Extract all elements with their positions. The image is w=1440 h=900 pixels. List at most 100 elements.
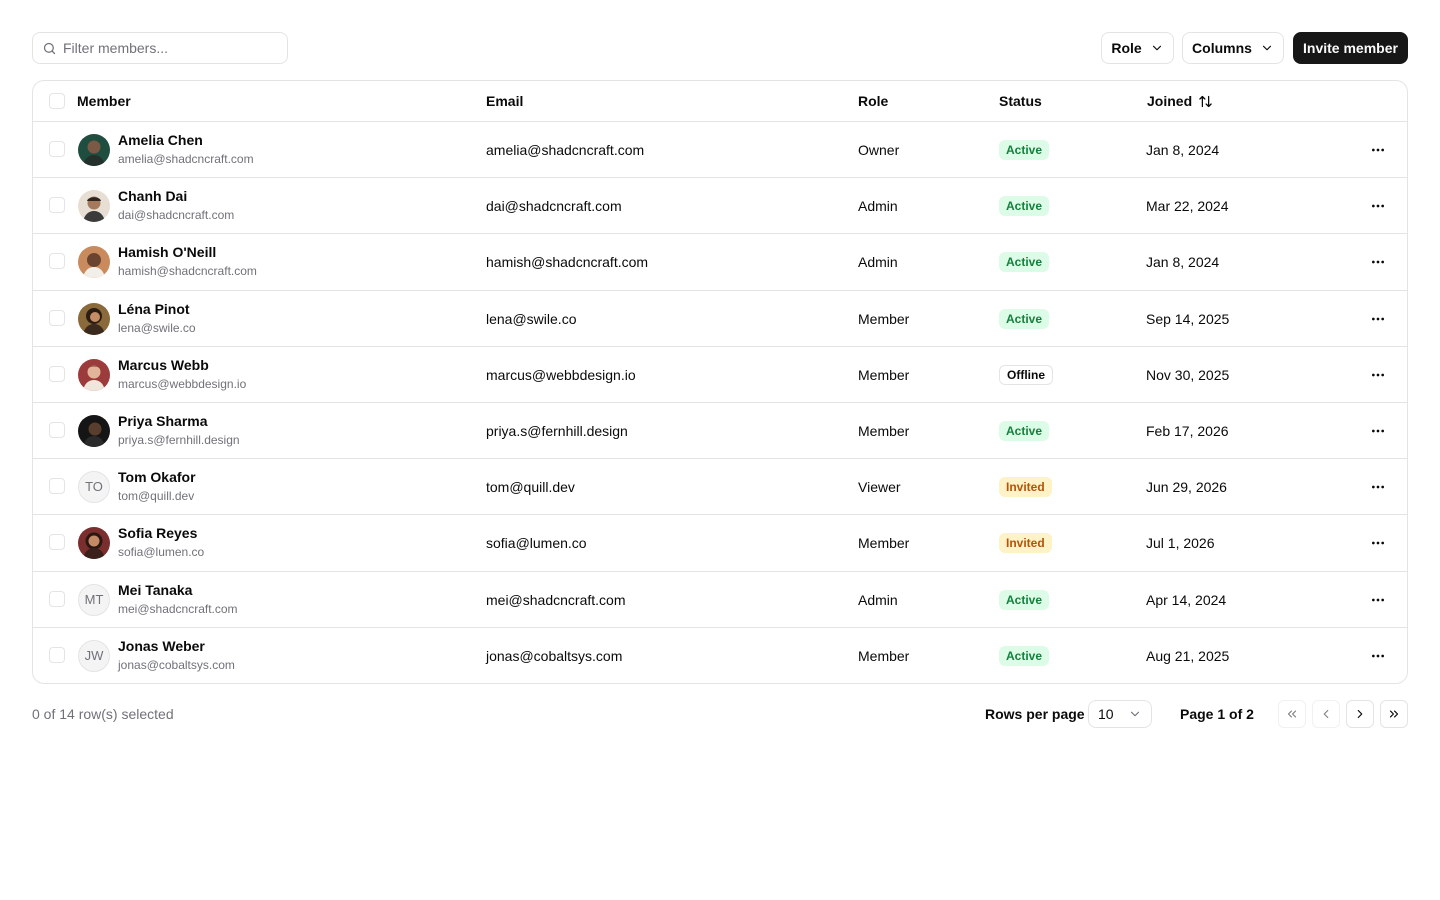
row-actions-button[interactable]	[1366, 531, 1390, 555]
joined-cell: Jan 8, 2024	[1146, 254, 1220, 271]
row-actions-button[interactable]	[1366, 419, 1390, 443]
avatar	[78, 527, 110, 560]
role-cell: Member	[858, 535, 910, 552]
first-page-button[interactable]	[1278, 700, 1306, 728]
more-horizontal-icon	[1372, 148, 1384, 152]
sort-arrows-icon[interactable]	[1198, 94, 1213, 109]
role-filter-label: Role	[1111, 40, 1142, 56]
email-cell: jonas@cobaltsys.com	[486, 647, 623, 664]
chevrons-left-icon	[1287, 710, 1297, 718]
avatar: TO	[78, 471, 110, 504]
columns-label: Columns	[1192, 40, 1252, 56]
row-checkbox[interactable]	[49, 365, 65, 382]
chevrons-right-icon	[1389, 710, 1399, 718]
member-name: Chanh Dai	[118, 188, 188, 205]
row-checkbox[interactable]	[49, 197, 65, 214]
row-checkbox[interactable]	[49, 421, 65, 438]
row-actions-button[interactable]	[1366, 588, 1390, 612]
toolbar: Role Columns Invite member	[32, 32, 1408, 64]
row-actions-button[interactable]	[1366, 644, 1390, 668]
more-horizontal-icon	[1372, 373, 1384, 377]
table-row: JW Jonas Weber jonas@cobaltsys.com jonas…	[33, 628, 1407, 683]
status-badge: Active	[999, 308, 1050, 329]
rows-per-page-select[interactable]: 10	[1088, 700, 1152, 728]
row-actions-button[interactable]	[1366, 250, 1390, 274]
select-all-checkbox[interactable]	[49, 93, 65, 109]
selection-count: 0 of 14 row(s) selected	[32, 706, 174, 722]
member-email-sub: tom@quill.dev	[118, 489, 195, 504]
members-table: Member Email Role Status Joined Amelia C…	[32, 80, 1408, 684]
status-badge: Active	[999, 645, 1050, 666]
joined-cell: Nov 30, 2025	[1146, 366, 1230, 383]
joined-cell: Jan 8, 2024	[1146, 142, 1220, 158]
role-cell: Viewer	[858, 479, 901, 496]
header-email[interactable]: Email	[486, 81, 523, 121]
table-row: MT Mei Tanaka mei@shadcncraft.com mei@sh…	[33, 572, 1407, 628]
row-checkbox[interactable]	[49, 253, 65, 270]
row-checkbox[interactable]	[49, 534, 65, 551]
more-horizontal-icon	[1372, 485, 1384, 489]
next-page-button[interactable]	[1346, 700, 1374, 728]
status-badge: Offline	[999, 364, 1053, 385]
row-checkbox[interactable]	[49, 141, 65, 157]
member-email-sub: sofia@lumen.co	[118, 545, 205, 560]
header-status[interactable]: Status	[999, 81, 1042, 121]
search-field[interactable]	[32, 32, 288, 64]
status-badge: Active	[999, 140, 1050, 160]
member-email-sub: dai@shadcncraft.com	[118, 208, 235, 223]
avatar	[78, 190, 110, 223]
row-actions-button[interactable]	[1366, 138, 1390, 162]
avatar	[78, 246, 110, 279]
table-row: Chanh Dai dai@shadcncraft.com dai@shadcn…	[33, 178, 1407, 235]
page-info: Page 1 of 2	[1180, 706, 1254, 722]
member-name: Jonas Weber	[118, 637, 205, 654]
invite-member-button[interactable]: Invite member	[1293, 32, 1408, 64]
table-row: Hamish O'Neill hamish@shadcncraft.com ha…	[33, 234, 1407, 291]
role-cell: Admin	[858, 198, 898, 215]
chevron-left-icon	[1323, 709, 1329, 719]
row-checkbox[interactable]	[49, 478, 65, 495]
row-actions-button[interactable]	[1366, 363, 1390, 387]
email-cell: tom@quill.dev	[486, 479, 575, 496]
table-row: TO Tom Okafor tom@quill.dev tom@quill.de…	[33, 459, 1407, 516]
header-role[interactable]: Role	[858, 81, 888, 121]
chevron-right-icon	[1357, 709, 1363, 719]
rows-per-page-label: Rows per page	[985, 706, 1085, 722]
email-cell: priya.s@fernhill.design	[486, 422, 628, 439]
avatar	[78, 358, 110, 391]
table-footer: 0 of 14 row(s) selected Rows per page 10…	[32, 700, 1408, 728]
role-cell: Admin	[858, 254, 898, 271]
row-actions-button[interactable]	[1366, 194, 1390, 218]
header-joined[interactable]: Joined	[1147, 81, 1213, 121]
member-name: Hamish O'Neill	[118, 244, 217, 261]
status-badge: Active	[999, 589, 1050, 610]
member-email-sub: hamish@shadcncraft.com	[118, 264, 257, 279]
member-email-sub: jonas@cobaltsys.com	[118, 657, 235, 672]
table-header: Member Email Role Status Joined	[33, 81, 1407, 122]
row-checkbox[interactable]	[49, 646, 65, 663]
row-checkbox[interactable]	[49, 590, 65, 607]
member-email-sub: marcus@webbdesign.io	[118, 376, 247, 391]
member-name: Léna Pinot	[118, 300, 190, 317]
status-badge: Active	[999, 420, 1050, 441]
role-cell: Owner	[858, 142, 900, 158]
previous-page-button[interactable]	[1312, 700, 1340, 728]
status-badge: Active	[999, 196, 1050, 217]
email-cell: sofia@lumen.co	[486, 535, 587, 552]
joined-cell: Jul 1, 2026	[1146, 535, 1215, 552]
row-actions-button[interactable]	[1366, 307, 1390, 331]
chevron-down-icon	[1130, 711, 1140, 717]
email-cell: amelia@shadcncraft.com	[486, 142, 645, 158]
last-page-button[interactable]	[1380, 700, 1408, 728]
member-name: Marcus Webb	[118, 356, 209, 373]
avatar	[78, 302, 110, 335]
columns-button[interactable]: Columns	[1182, 32, 1284, 64]
email-cell: marcus@webbdesign.io	[486, 366, 636, 383]
avatar	[78, 134, 110, 166]
search-input[interactable]	[63, 33, 283, 63]
role-filter-button[interactable]: Role	[1101, 32, 1174, 64]
table-row: Priya Sharma priya.s@fernhill.design pri…	[33, 403, 1407, 460]
row-actions-button[interactable]	[1366, 475, 1390, 499]
row-checkbox[interactable]	[49, 309, 65, 326]
header-member[interactable]: Member	[77, 81, 131, 121]
